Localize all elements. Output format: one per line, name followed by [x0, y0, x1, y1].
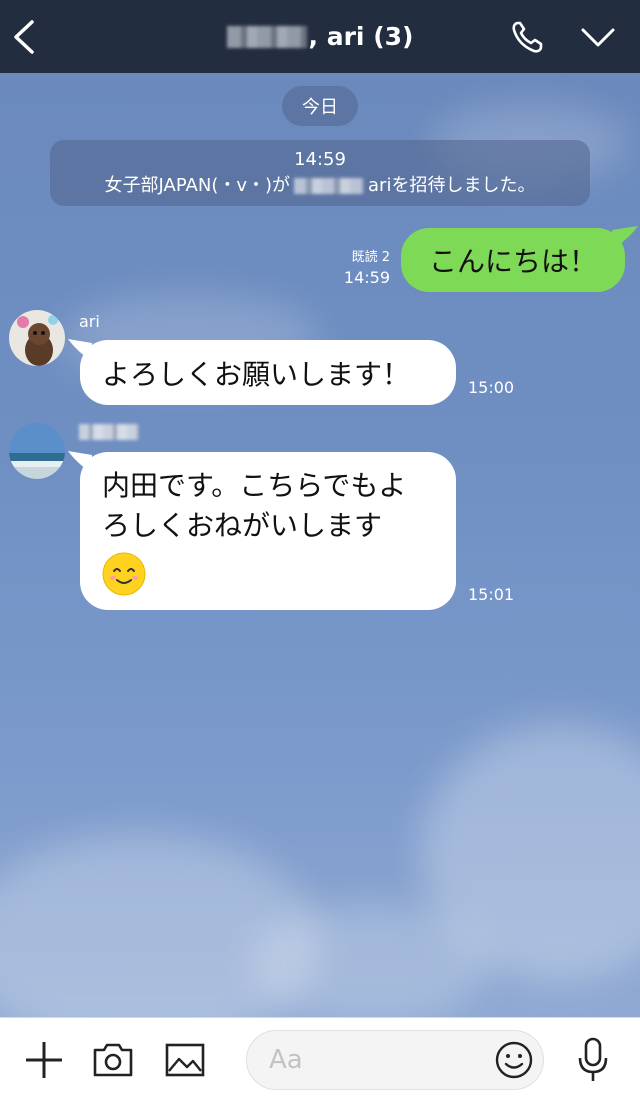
- blurred-name: [79, 424, 139, 440]
- outgoing-message-meta: 既読 2 14:59: [344, 246, 390, 287]
- blurred-name: [226, 25, 307, 48]
- incoming-message-time: 15:01: [468, 585, 515, 604]
- outgoing-message-time: 14:59: [343, 268, 390, 287]
- incoming-message-text: よろしくお願いします！: [102, 357, 411, 391]
- camera-icon[interactable]: [92, 1042, 134, 1078]
- plus-icon[interactable]: [24, 1040, 64, 1080]
- back-arrow-icon[interactable]: [10, 18, 40, 56]
- incoming-message-line: ろしくおねがいします: [102, 509, 383, 542]
- sender-name: [79, 424, 139, 444]
- chat-header: , ari (3): [0, 0, 640, 73]
- message-input-placeholder: Aa: [269, 1045, 303, 1075]
- incoming-message-line: 内田です。こちらでもよ: [102, 469, 407, 502]
- incoming-message-bubble[interactable]: 内田です。こちらでもよ ろしくおねがいします: [80, 452, 456, 610]
- system-message-time: 14:59: [294, 149, 346, 170]
- incoming-message-bubble[interactable]: よろしくお願いします！: [80, 340, 456, 405]
- blurred-name: [294, 178, 365, 194]
- outgoing-message-bubble[interactable]: こんにちは！: [401, 228, 625, 292]
- emoji-icon[interactable]: [494, 1040, 534, 1080]
- image-icon[interactable]: [164, 1042, 206, 1078]
- chat-title: , ari (3): [226, 22, 414, 51]
- chat-area[interactable]: 今日 14:59 女子部JAPAN(・v・)が ariを招待しました。 既読 2 …: [0, 73, 640, 1017]
- phone-icon[interactable]: [510, 20, 546, 54]
- avatar-sea-image: [9, 423, 65, 479]
- outgoing-message-text: こんにちは！: [428, 245, 597, 278]
- chat-title-text: , ari (3): [308, 22, 414, 51]
- microphone-icon[interactable]: [576, 1036, 610, 1084]
- avatar-ari[interactable]: [9, 310, 65, 366]
- date-separator: 今日: [282, 86, 358, 126]
- incoming-message-time: 15:00: [468, 378, 515, 397]
- smiling-emoji-icon: [102, 552, 146, 596]
- system-message-prefix: 女子部JAPAN(・v・)が: [104, 175, 291, 196]
- system-message-suffix: ariを招待しました。: [368, 175, 536, 196]
- sender-name: ari: [79, 312, 100, 331]
- chevron-down-icon[interactable]: [580, 26, 616, 50]
- avatar-sender-2[interactable]: [9, 423, 65, 479]
- system-message: 14:59 女子部JAPAN(・v・)が ariを招待しました。: [50, 140, 590, 206]
- avatar-dog-image: [9, 310, 65, 366]
- message-input-bar: Aa: [0, 1017, 640, 1101]
- system-message-text: 女子部JAPAN(・v・)が ariを招待しました。: [50, 173, 590, 199]
- read-receipt: 既読 2: [351, 250, 390, 265]
